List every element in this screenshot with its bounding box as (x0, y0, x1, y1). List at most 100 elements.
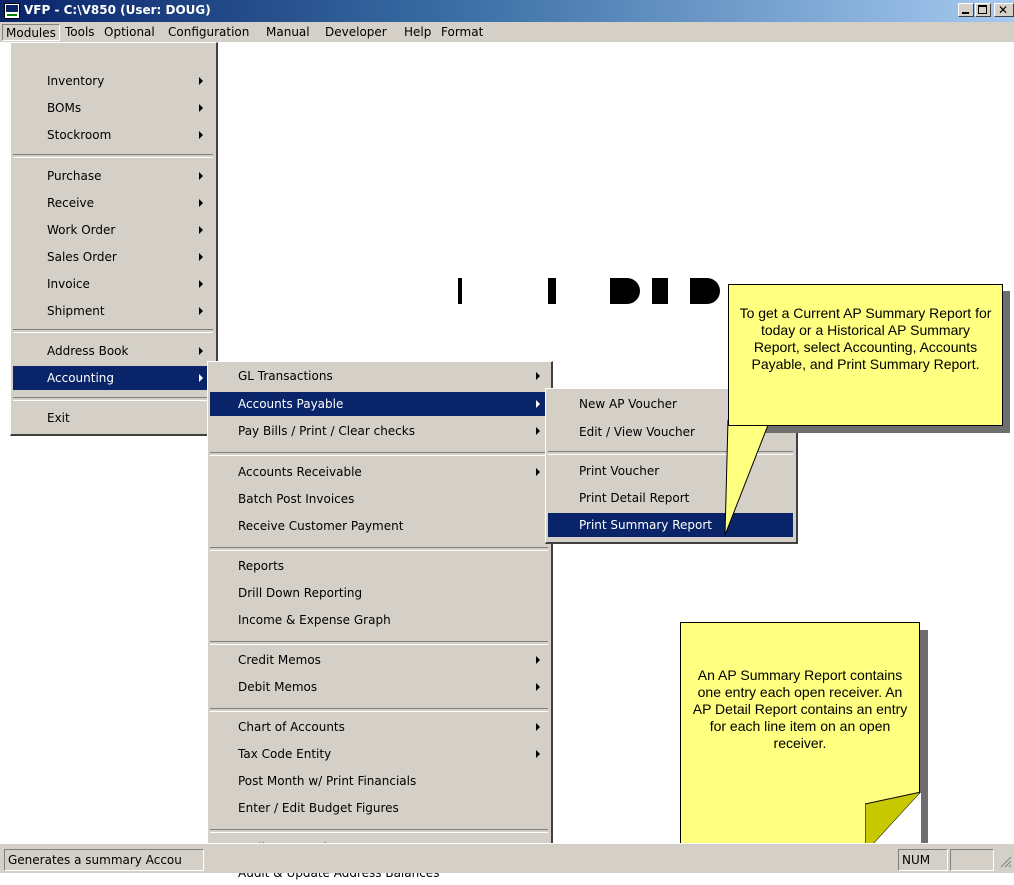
submenu-arrow-icon (199, 347, 203, 355)
callout-pointer (724, 420, 771, 536)
menu-item-sales-order[interactable]: Sales Order (13, 245, 213, 269)
background-logo-fragment (652, 278, 668, 304)
menu-bar: Modules Tools Optional Configuration Man… (0, 22, 1014, 42)
menu-item-post-month[interactable]: Post Month w/ Print Financials (210, 769, 548, 793)
menu-item-label: BOMs (47, 101, 82, 115)
submenu-arrow-icon (199, 172, 203, 180)
background-logo-fragment (610, 278, 640, 304)
top-callout: To get a Current AP Summary Report for t… (728, 284, 1003, 426)
bottom-callout-text: An AP Summary Report contains one entry … (692, 667, 908, 751)
menu-item-label: Exit (47, 411, 70, 425)
submenu-arrow-icon (536, 683, 540, 691)
menu-item-label: Accounts Receivable (238, 465, 362, 479)
menu-item-chart-of-accounts[interactable]: Chart of Accounts (210, 715, 548, 739)
menu-item-label: Receive Customer Payment (238, 519, 404, 533)
menu-item-accounts-payable[interactable]: Accounts Payable (210, 392, 548, 416)
menu-item-receive-customer-payment[interactable]: Receive Customer Payment (210, 514, 548, 538)
menu-item-label: Batch Post Invoices (238, 492, 355, 506)
menu-separator (210, 547, 548, 551)
modules-menu: Inventory BOMs Stockroom Purchase Receiv… (10, 42, 218, 436)
menu-item-accounting[interactable]: Accounting (13, 366, 213, 390)
submenu-arrow-icon (199, 226, 203, 234)
submenu-arrow-icon (536, 723, 540, 731)
menu-item-label: Print Summary Report (579, 518, 713, 532)
menu-item-reports[interactable]: Reports (210, 554, 548, 578)
menu-item-label: Reports (238, 559, 285, 573)
background-logo-fragment (548, 278, 556, 304)
menu-item-label: Receive (47, 196, 94, 210)
menu-separator (210, 452, 548, 456)
maximize-button[interactable] (975, 3, 991, 17)
submenu-arrow-icon (536, 468, 540, 476)
submenu-arrow-icon (199, 374, 203, 382)
minimize-icon (962, 12, 969, 14)
close-icon: ✕ (998, 3, 1009, 17)
background-logo-fragment (458, 278, 462, 304)
menu-item-credit-memos[interactable]: Credit Memos (210, 648, 548, 672)
submenu-arrow-icon (536, 656, 540, 664)
submenu-arrow-icon (199, 199, 203, 207)
menu-help[interactable]: Help (401, 24, 434, 41)
menu-developer[interactable]: Developer (322, 24, 390, 41)
submenu-arrow-icon (536, 750, 540, 758)
menu-item-pay-bills[interactable]: Pay Bills / Print / Clear checks (210, 419, 548, 443)
background-logo-fragment (690, 278, 720, 304)
menu-separator (210, 829, 548, 833)
menu-item-income-expense-graph[interactable]: Income & Expense Graph (210, 608, 548, 632)
menu-item-work-order[interactable]: Work Order (13, 218, 213, 242)
vfp-app-icon[interactable] (4, 3, 20, 19)
menu-item-batch-post-invoices[interactable]: Batch Post Invoices (210, 487, 548, 511)
menu-item-stockroom[interactable]: Stockroom (13, 123, 213, 147)
menu-item-label: Tax Code Entity (238, 747, 332, 761)
menu-separator (210, 641, 548, 645)
menu-item-accounts-receivable[interactable]: Accounts Receivable (210, 460, 548, 484)
menu-item-budget-figures[interactable]: Enter / Edit Budget Figures (210, 796, 548, 820)
menu-manual[interactable]: Manual (263, 24, 313, 41)
menu-item-shipment[interactable]: Shipment (13, 299, 213, 323)
menu-item-receive[interactable]: Receive (13, 191, 213, 215)
status-bar: Generates a summary Accou NUM (0, 843, 1014, 873)
menu-item-label: Accounts Payable (238, 397, 344, 411)
menu-item-label: Pay Bills / Print / Clear checks (238, 424, 415, 438)
menu-item-drill-down-reporting[interactable]: Drill Down Reporting (210, 581, 548, 605)
menu-separator (13, 154, 213, 158)
menu-separator (13, 329, 213, 333)
menu-configuration[interactable]: Configuration (165, 24, 252, 41)
close-button[interactable]: ✕ (994, 3, 1014, 17)
menu-item-label: Enter / Edit Budget Figures (238, 801, 399, 815)
menu-item-label: Edit / View Voucher (579, 425, 695, 439)
menu-item-exit[interactable]: Exit (13, 406, 213, 430)
menu-optional[interactable]: Optional (101, 24, 158, 41)
menu-format[interactable]: Format (438, 24, 486, 41)
resize-grip-icon[interactable] (998, 854, 1012, 868)
submenu-arrow-icon (199, 280, 203, 288)
minimize-button[interactable] (958, 3, 974, 17)
status-message: Generates a summary Accou (4, 849, 204, 871)
submenu-arrow-icon (199, 77, 203, 85)
menu-item-label: Print Detail Report (579, 491, 690, 505)
menu-item-label: Work Order (47, 223, 116, 237)
menu-item-label: Income & Expense Graph (238, 613, 391, 627)
menu-item-address-book[interactable]: Address Book (13, 339, 213, 363)
menu-item-debit-memos[interactable]: Debit Memos (210, 675, 548, 699)
menu-item-purchase[interactable]: Purchase (13, 164, 213, 188)
title-bar[interactable]: VFP - C:\V850 (User: DOUG) ✕ (0, 0, 1014, 22)
menu-item-boms[interactable]: BOMs (13, 96, 213, 120)
menu-item-label: Purchase (47, 169, 102, 183)
menu-item-tax-code-entity[interactable]: Tax Code Entity (210, 742, 548, 766)
menu-item-gl-transactions[interactable]: GL Transactions (210, 364, 548, 388)
menu-item-label: Invoice (47, 277, 90, 291)
menu-item-label: Accounting (47, 371, 115, 385)
maximize-icon (978, 5, 987, 14)
menu-item-inventory[interactable]: Inventory (13, 69, 213, 93)
menu-item-label: Sales Order (47, 250, 117, 264)
window-title: VFP - C:\V850 (User: DOUG) (24, 3, 211, 17)
menu-item-invoice[interactable]: Invoice (13, 272, 213, 296)
menu-item-label: Shipment (47, 304, 105, 318)
menu-item-label: Post Month w/ Print Financials (238, 774, 417, 788)
status-pane-empty (950, 849, 994, 871)
menu-item-label: New AP Voucher (579, 397, 677, 411)
menu-modules[interactable]: Modules (2, 24, 60, 41)
menu-tools[interactable]: Tools (62, 24, 98, 41)
menu-item-label: Credit Memos (238, 653, 321, 667)
